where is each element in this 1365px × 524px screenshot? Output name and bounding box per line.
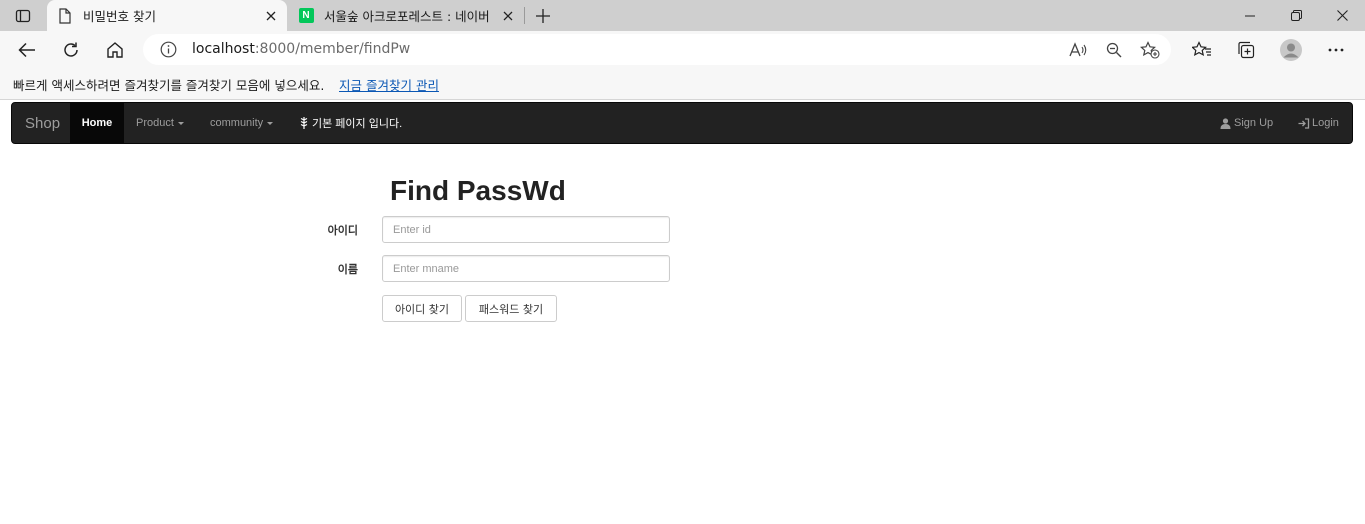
navbar-brand[interactable]: Shop	[25, 115, 60, 132]
browser-toolbar: localhost:8000/member/findPw	[0, 31, 1365, 68]
url-text[interactable]: localhost:8000/member/findPw	[192, 41, 410, 57]
id-label: 아이디	[327, 224, 358, 237]
nav-product-dropdown[interactable]: Product	[136, 103, 184, 143]
document-icon	[57, 7, 73, 24]
nav-sign-up-label: Sign Up	[1234, 117, 1274, 129]
name-label: 이름	[337, 263, 358, 276]
read-aloud-icon[interactable]	[1067, 39, 1089, 61]
nav-product-label: Product	[136, 117, 174, 129]
favorites-icon[interactable]	[1187, 35, 1217, 65]
close-window-icon[interactable]	[1319, 0, 1365, 31]
tab-title: 비밀번호 찾기	[83, 9, 156, 24]
manage-favorites-link[interactable]: 지금 즐겨찾기 관리	[339, 75, 439, 94]
caret-down-icon	[177, 121, 184, 125]
favorites-bar-message: 빠르게 액세스하려면 즐겨찾기를 즐겨찾기 모음에 넣으세요.	[13, 78, 325, 93]
favorites-bar: 빠르게 액세스하려면 즐겨찾기를 즐겨찾기 모음에 넣으세요. 지금 즐겨찾기 …	[0, 68, 1365, 100]
nav-default-page-label: 기본 페이지 입니다.	[312, 118, 403, 130]
caret-down-icon	[267, 121, 274, 125]
site-navbar: Shop Home Product community 기본 페이지 입니다. …	[11, 102, 1353, 144]
id-input[interactable]	[382, 216, 670, 243]
home-icon[interactable]	[100, 35, 130, 65]
naver-icon-letter: N	[298, 8, 314, 23]
user-icon	[1220, 117, 1231, 129]
grain-icon	[300, 117, 308, 129]
name-input[interactable]	[382, 255, 670, 282]
collections-icon[interactable]	[1231, 35, 1261, 65]
naver-icon: N	[298, 8, 314, 24]
add-favorite-icon[interactable]	[1139, 39, 1161, 61]
nav-home-label: Home	[81, 117, 113, 129]
nav-login-label: Login	[1312, 117, 1339, 129]
find-password-button[interactable]: 패스워드 찾기	[465, 295, 557, 322]
back-arrow-icon[interactable]	[12, 35, 42, 65]
minimize-icon[interactable]	[1227, 0, 1273, 31]
close-tab-icon[interactable]	[498, 6, 518, 26]
profile-avatar-icon[interactable]	[1276, 35, 1306, 65]
tab-actions-menu-icon[interactable]	[10, 5, 36, 27]
restore-icon[interactable]	[1273, 0, 1319, 31]
page-title: Find PassWd	[390, 175, 566, 206]
tab-title: 서울숲 아크로포레스트 : 네이버	[324, 9, 490, 24]
login-icon	[1298, 117, 1310, 129]
close-tab-icon[interactable]	[261, 6, 281, 26]
nav-community-label: community	[210, 117, 264, 129]
url-host: localhost	[192, 41, 255, 57]
nav-home[interactable]: Home	[70, 103, 124, 143]
url-path: :8000/member/findPw	[254, 41, 411, 57]
address-bar[interactable]: localhost:8000/member/findPw	[143, 34, 1171, 65]
new-tab-icon[interactable]	[531, 4, 555, 28]
tab-inactive[interactable]: N 서울숲 아크로포레스트 : 네이버	[288, 0, 524, 31]
tab-active[interactable]: 비밀번호 찾기	[47, 0, 287, 31]
zoom-out-icon[interactable]	[1103, 39, 1125, 61]
tab-separator	[524, 7, 525, 24]
more-options-icon[interactable]	[1321, 35, 1351, 65]
site-info-icon[interactable]	[160, 41, 177, 58]
nav-login[interactable]: Login	[1298, 103, 1339, 143]
find-id-button[interactable]: 아이디 찾기	[382, 295, 462, 322]
nav-default-page[interactable]: 기본 페이지 입니다.	[300, 103, 402, 143]
refresh-icon[interactable]	[56, 35, 86, 65]
nav-community-dropdown[interactable]: community	[210, 103, 274, 143]
nav-sign-up[interactable]: Sign Up	[1220, 103, 1273, 143]
browser-tab-strip: 비밀번호 찾기 N 서울숲 아크로포레스트 : 네이버	[0, 0, 1365, 31]
